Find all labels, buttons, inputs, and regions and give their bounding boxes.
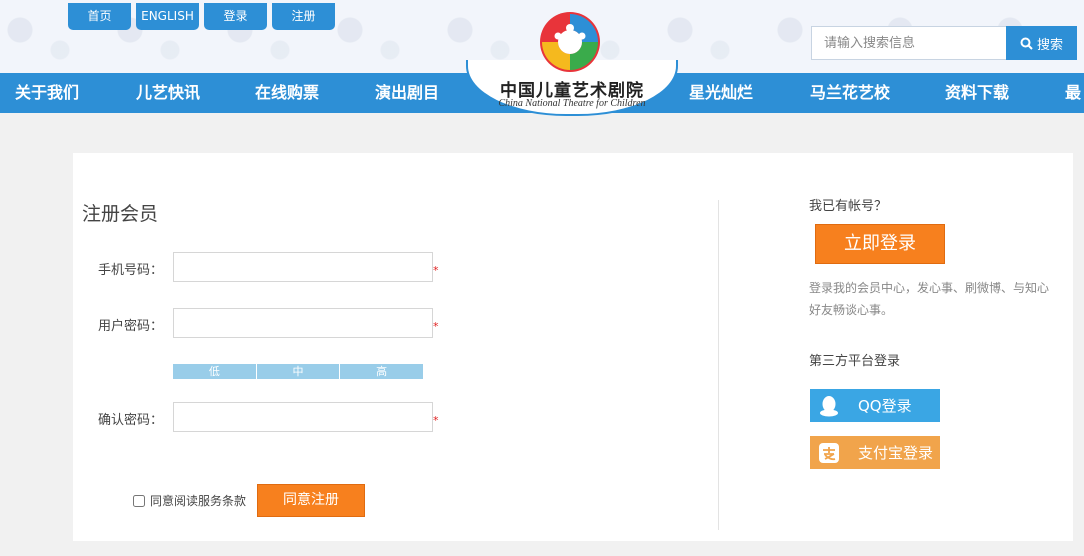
register-title: 注册会员 (82, 203, 159, 225)
qq-login-label: QQ登录 (858, 397, 912, 415)
nav-stars[interactable]: 星光灿烂 (689, 73, 753, 113)
top-link-home[interactable]: 首页 (68, 3, 131, 30)
phone-input[interactable] (173, 252, 433, 282)
third-party-login-title: 第三方平台登录 (809, 354, 901, 369)
phone-label: 手机号码： (98, 263, 164, 278)
theatre-logo-icon[interactable] (536, 8, 604, 74)
strength-medium: 中 (256, 364, 341, 379)
nav-about[interactable]: 关于我们 (15, 73, 79, 113)
alipay-login-label: 支付宝登录 (858, 444, 934, 462)
nav-downloads[interactable]: 资料下载 (945, 73, 1009, 113)
nav-art-school[interactable]: 马兰花艺校 (810, 73, 890, 113)
alipay-login-button[interactable]: 支付宝登录 (810, 436, 940, 469)
search-input[interactable] (811, 26, 1006, 60)
nav-news[interactable]: 儿艺快讯 (136, 73, 200, 113)
confirm-password-required-mark: * (433, 414, 439, 427)
strength-high: 高 (340, 364, 424, 379)
confirm-password-input[interactable] (173, 402, 433, 432)
password-required-mark: * (433, 320, 439, 333)
search-bar: 搜索 (811, 26, 1077, 60)
login-now-button[interactable]: 立即登录 (815, 224, 945, 264)
register-panel: 注册会员 手机号码： * 用户密码： * 低 中 高 确认密码： * 同意阅读服… (73, 153, 1073, 541)
top-link-english[interactable]: ENGLISH (136, 3, 199, 30)
member-center-description: 登录我的会员中心，发心事、刷微博、与知心好友畅谈心事。 (809, 281, 1050, 317)
have-account-text: 我已有帐号？ (809, 199, 888, 214)
phone-required-mark: * (433, 264, 439, 277)
nav-more[interactable]: 最 (1065, 73, 1081, 113)
qq-icon (818, 395, 840, 417)
agree-terms[interactable]: 同意阅读服务条款 (133, 492, 246, 509)
alipay-icon (818, 442, 840, 464)
agree-terms-label: 同意阅读服务条款 (150, 494, 247, 508)
nav-repertoire[interactable]: 演出剧目 (375, 73, 439, 113)
agree-register-button[interactable]: 同意注册 (257, 484, 365, 517)
password-input[interactable] (173, 308, 433, 338)
password-label: 用户密码： (98, 319, 164, 334)
nav-tickets[interactable]: 在线购票 (255, 73, 319, 113)
agree-terms-checkbox[interactable] (133, 494, 145, 507)
top-link-register[interactable]: 注册 (272, 3, 335, 30)
search-button-label: 搜索 (1036, 37, 1063, 53)
search-button[interactable]: 搜索 (1006, 26, 1077, 60)
search-icon (1020, 37, 1033, 50)
strength-low: 低 (173, 364, 257, 379)
top-link-login[interactable]: 登录 (204, 3, 267, 30)
column-divider (718, 200, 719, 530)
password-strength-meter: 低 中 高 (173, 364, 424, 379)
confirm-password-label: 确认密码： (98, 413, 164, 428)
top-links: 首页 ENGLISH 登录 注册 (68, 3, 335, 30)
qq-login-button[interactable]: QQ登录 (810, 389, 940, 422)
logo-english-name: China National Theatre for Children (498, 98, 646, 109)
